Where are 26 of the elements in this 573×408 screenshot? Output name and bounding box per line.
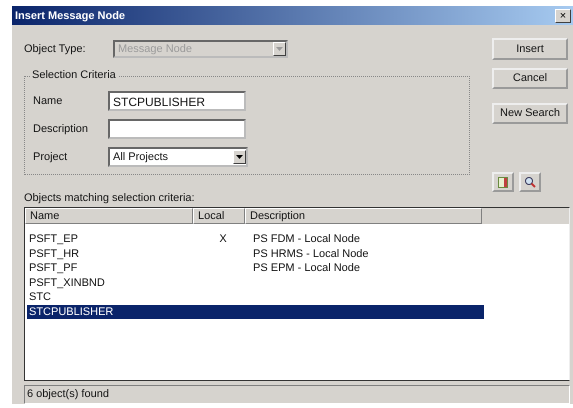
status-text: 6 object(s) found (27, 388, 109, 400)
column-header[interactable]: Description (245, 208, 482, 224)
list-row[interactable]: STC (27, 290, 484, 305)
description-field[interactable] (108, 119, 246, 140)
list-row[interactable]: PSFT_EP X PS FDM - Local Node (27, 232, 484, 247)
search-icon[interactable] (519, 172, 541, 192)
description-label: Description (33, 123, 90, 136)
results-label: Objects matching selection criteria: (24, 192, 196, 204)
column-header[interactable]: Local (193, 208, 245, 224)
list-row[interactable]: PSFT_PF PS EPM - Local Node (27, 261, 484, 276)
name-label: Name (33, 95, 64, 108)
document-icon[interactable] (492, 172, 514, 192)
close-button[interactable]: × (555, 8, 571, 23)
window-title: Insert Message Node (15, 10, 126, 22)
list-row[interactable]: STCPUBLISHER (27, 304, 484, 320)
list-row[interactable]: PSFT_HR PS HRMS - Local Node (27, 246, 484, 262)
dialog-button[interactable]: Cancel (492, 68, 568, 89)
column-header[interactable]: Name (25, 208, 193, 224)
project-dropdown[interactable]: All Projects (108, 147, 248, 168)
dialog-button[interactable]: Insert (492, 38, 568, 60)
object-type-label: Object Type: (24, 43, 87, 56)
project-label: Project (33, 151, 68, 164)
name-field[interactable]: STCPUBLISHER (108, 91, 246, 112)
group-title: Selection Criteria (30, 69, 118, 82)
list-row[interactable]: PSFT_XINBND (27, 276, 484, 290)
dialog-button[interactable]: New Search (492, 102, 568, 124)
